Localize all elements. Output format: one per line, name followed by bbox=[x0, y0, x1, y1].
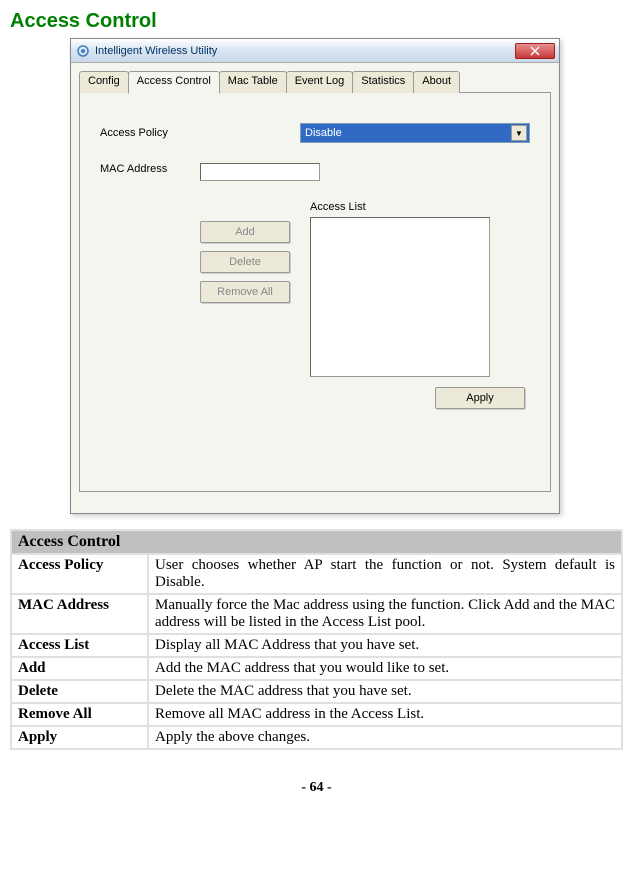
row-key: Access List bbox=[12, 635, 147, 656]
access-policy-label: Access Policy bbox=[100, 127, 200, 139]
table-header: Access Control bbox=[12, 531, 621, 553]
apply-row: Apply bbox=[100, 387, 525, 409]
remove-all-button[interactable]: Remove All bbox=[200, 281, 290, 303]
app-window: Intelligent Wireless Utility Config Acce… bbox=[70, 38, 560, 514]
row-key: Apply bbox=[12, 727, 147, 748]
row-val: Display all MAC Address that you have se… bbox=[149, 635, 621, 656]
row-key: Remove All bbox=[12, 704, 147, 725]
description-table: Access Control Access Policy User choose… bbox=[10, 529, 623, 750]
add-button[interactable]: Add bbox=[200, 221, 290, 243]
table-row: Apply Apply the above changes. bbox=[12, 727, 621, 748]
table-row: Remove All Remove all MAC address in the… bbox=[12, 704, 621, 725]
tab-content: Access Policy Disable ▼ MAC Address Add … bbox=[79, 92, 551, 492]
mac-address-input[interactable] bbox=[200, 163, 320, 181]
row-val: Remove all MAC address in the Access Lis… bbox=[149, 704, 621, 725]
dropdown-value: Disable bbox=[305, 127, 342, 139]
app-icon bbox=[75, 43, 91, 59]
row-key: Delete bbox=[12, 681, 147, 702]
tab-config[interactable]: Config bbox=[79, 71, 129, 93]
tab-mac-table[interactable]: Mac Table bbox=[219, 71, 287, 93]
row-key: MAC Address bbox=[12, 595, 147, 633]
table-row: Delete Delete the MAC address that you h… bbox=[12, 681, 621, 702]
access-list-area: Access List bbox=[310, 201, 530, 377]
access-list-box[interactable] bbox=[310, 217, 490, 377]
middle-area: Add Delete Remove All Access List bbox=[100, 201, 530, 377]
close-icon bbox=[530, 46, 540, 56]
access-policy-row: Access Policy Disable ▼ bbox=[100, 123, 530, 143]
mac-address-row: MAC Address bbox=[100, 163, 530, 181]
table-row: Add Add the MAC address that you would l… bbox=[12, 658, 621, 679]
access-list-label: Access List bbox=[310, 201, 530, 213]
titlebar-left: Intelligent Wireless Utility bbox=[75, 43, 217, 59]
tab-statistics[interactable]: Statistics bbox=[352, 71, 414, 93]
tab-strip: Config Access Control Mac Table Event Lo… bbox=[79, 71, 551, 93]
titlebar: Intelligent Wireless Utility bbox=[71, 39, 559, 63]
close-button[interactable] bbox=[515, 43, 555, 59]
chevron-down-icon: ▼ bbox=[511, 125, 527, 141]
row-key: Add bbox=[12, 658, 147, 679]
table-row: Access List Display all MAC Address that… bbox=[12, 635, 621, 656]
row-val: Add the MAC address that you would like … bbox=[149, 658, 621, 679]
table-row: MAC Address Manually force the Mac addre… bbox=[12, 595, 621, 633]
row-val: Manually force the Mac address using the… bbox=[149, 595, 621, 633]
row-val: Delete the MAC address that you have set… bbox=[149, 681, 621, 702]
tab-about[interactable]: About bbox=[413, 71, 460, 93]
row-val: User chooses whether AP start the functi… bbox=[149, 555, 621, 593]
window-title: Intelligent Wireless Utility bbox=[95, 45, 217, 57]
screenshot-wrapper: Intelligent Wireless Utility Config Acce… bbox=[10, 38, 623, 514]
page-number: - 64 - bbox=[10, 780, 623, 796]
delete-button[interactable]: Delete bbox=[200, 251, 290, 273]
row-key: Access Policy bbox=[12, 555, 147, 593]
tab-access-control[interactable]: Access Control bbox=[128, 71, 220, 94]
mac-address-label: MAC Address bbox=[100, 163, 200, 175]
tab-event-log[interactable]: Event Log bbox=[286, 71, 354, 93]
window-body: Config Access Control Mac Table Event Lo… bbox=[71, 63, 559, 513]
access-policy-dropdown[interactable]: Disable ▼ bbox=[300, 123, 530, 143]
row-val: Apply the above changes. bbox=[149, 727, 621, 748]
section-heading: Access Control bbox=[10, 10, 623, 33]
buttons-column: Add Delete Remove All bbox=[200, 221, 290, 377]
apply-button[interactable]: Apply bbox=[435, 387, 525, 409]
table-row: Access Policy User chooses whether AP st… bbox=[12, 555, 621, 593]
